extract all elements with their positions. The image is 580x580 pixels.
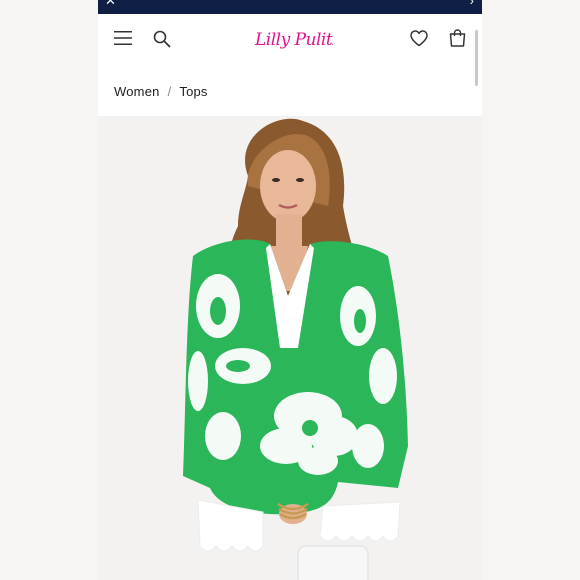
brand-logo[interactable]: Lilly Pulitzer — [253, 20, 360, 56]
close-icon[interactable]: ✕ — [105, 0, 116, 7]
breadcrumb: Women / Tops — [114, 84, 208, 99]
mobile-page: ✕ › Lilly Pulitzer Women / Tops — [98, 0, 482, 580]
scrollbar[interactable] — [475, 30, 478, 86]
promo-banner: ✕ › — [98, 0, 482, 14]
menu-icon[interactable] — [114, 30, 132, 46]
product-image[interactable] — [98, 116, 482, 580]
chevron-right-icon[interactable]: › — [470, 0, 474, 7]
breadcrumb-women[interactable]: Women — [114, 84, 160, 99]
breadcrumb-separator: / — [167, 84, 172, 99]
brand-logo-text: Lilly Pulitzer — [254, 30, 333, 50]
search-icon[interactable] — [153, 30, 171, 48]
shopping-bag-icon[interactable] — [449, 29, 466, 47]
site-header: Lilly Pulitzer — [98, 14, 482, 86]
breadcrumb-tops[interactable]: Tops — [179, 84, 207, 99]
heart-icon[interactable] — [410, 30, 428, 47]
